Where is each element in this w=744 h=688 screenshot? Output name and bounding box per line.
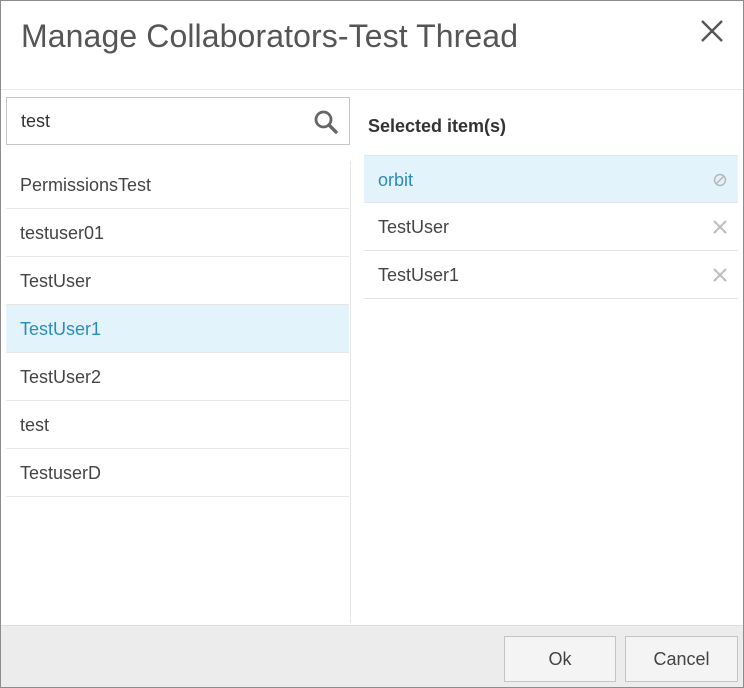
selected-item-label: TestUser1 xyxy=(378,265,460,285)
result-item[interactable]: testuser01 xyxy=(6,209,349,257)
selected-item: orbit xyxy=(364,155,738,203)
header-divider xyxy=(1,89,743,90)
close-icon xyxy=(701,20,723,42)
manage-collaborators-dialog: Manage Collaborators-Test Thread Permiss… xyxy=(0,0,744,688)
remove-icon[interactable] xyxy=(712,267,728,283)
search-icon[interactable] xyxy=(313,109,339,135)
ok-button[interactable]: Ok xyxy=(504,636,616,682)
result-item[interactable]: test xyxy=(6,401,349,449)
panel-divider xyxy=(350,161,351,623)
selected-items-list: orbit TestUser TestUser1 xyxy=(364,155,738,299)
result-item[interactable]: TestuserD xyxy=(6,449,349,497)
selected-item: TestUser xyxy=(364,203,738,251)
search-box xyxy=(6,97,350,145)
cancel-button[interactable]: Cancel xyxy=(625,636,738,682)
disabled-icon xyxy=(713,173,727,187)
result-item[interactable]: TestUser2 xyxy=(6,353,349,401)
close-button[interactable] xyxy=(695,14,729,48)
selected-items-heading: Selected item(s) xyxy=(368,116,507,136)
search-input[interactable] xyxy=(7,98,307,144)
selected-item: TestUser1 xyxy=(364,251,738,299)
remove-icon[interactable] xyxy=(712,219,728,235)
result-item[interactable]: PermissionsTest xyxy=(6,161,349,209)
result-item[interactable]: TestUser xyxy=(6,257,349,305)
selected-item-label: orbit xyxy=(378,170,414,190)
search-results-list: PermissionsTest testuser01 TestUser Test… xyxy=(6,161,349,497)
result-item-highlighted[interactable]: TestUser1 xyxy=(6,305,349,353)
selected-item-label: TestUser xyxy=(378,217,450,237)
dialog-footer: Ok Cancel xyxy=(1,625,743,687)
dialog-title: Manage Collaborators-Test Thread xyxy=(21,18,519,54)
